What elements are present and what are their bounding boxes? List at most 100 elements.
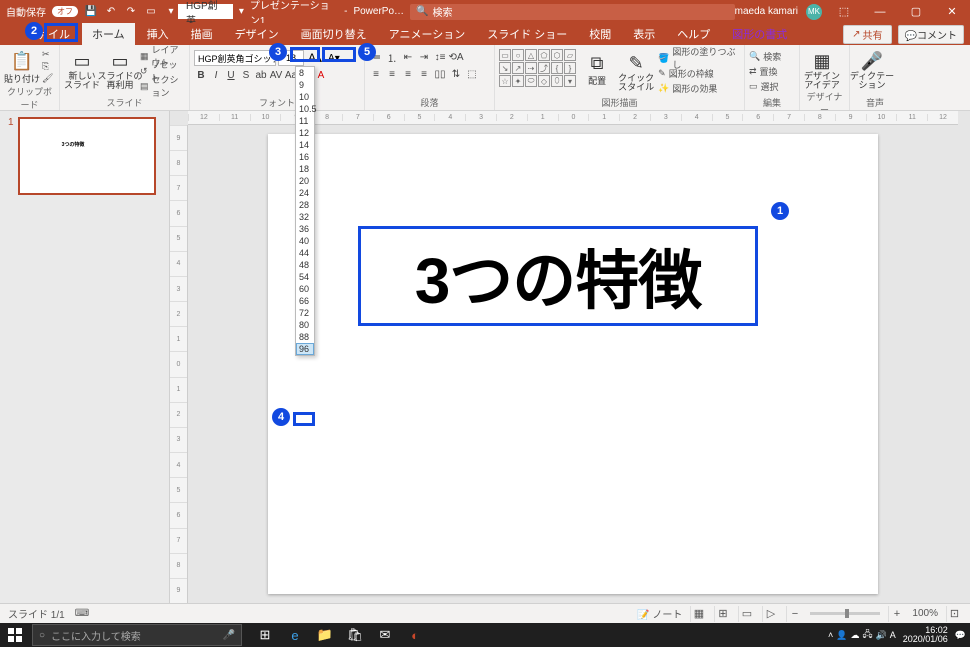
- lang-icon[interactable]: ⌨: [75, 608, 89, 619]
- autosave-toggle[interactable]: オフ: [52, 6, 78, 17]
- text-box[interactable]: 3つの特徴: [358, 226, 758, 326]
- font-size-option-11[interactable]: 11: [296, 115, 314, 127]
- tray-network-icon[interactable]: 🖧: [862, 627, 872, 643]
- save-icon[interactable]: 💾: [84, 5, 98, 19]
- format-painter-icon[interactable]: 🖌: [42, 73, 53, 84]
- tab-shape-format[interactable]: 図形の書式: [722, 23, 797, 45]
- tab-insert[interactable]: 挿入: [137, 23, 179, 45]
- font-size-option-10[interactable]: 10: [296, 91, 314, 103]
- tab-transition[interactable]: 画面切り替え: [291, 23, 377, 45]
- font-size-option-28[interactable]: 28: [296, 199, 314, 211]
- user-avatar[interactable]: MK: [806, 4, 822, 20]
- numbering-button[interactable]: ⒈: [385, 50, 399, 64]
- decrease-font-icon[interactable]: A▾: [326, 53, 342, 64]
- redo-icon[interactable]: ↷: [124, 5, 138, 19]
- align-left-button[interactable]: ≡: [369, 67, 383, 81]
- comment-button[interactable]: 💬コメント: [898, 25, 964, 44]
- normal-view-icon[interactable]: ▦: [690, 606, 706, 622]
- slideshow-view-icon[interactable]: ▷: [762, 606, 778, 622]
- minimize-icon[interactable]: —: [866, 0, 894, 23]
- tray-people-icon[interactable]: 👤: [836, 630, 847, 641]
- font-size-option-14[interactable]: 14: [296, 139, 314, 151]
- zoom-level[interactable]: 100%: [912, 608, 938, 619]
- start-button[interactable]: [0, 623, 30, 647]
- find-button[interactable]: 🔍検索: [749, 49, 781, 63]
- tab-view[interactable]: 表示: [623, 23, 665, 45]
- font-size-option-40[interactable]: 40: [296, 235, 314, 247]
- new-slide-button[interactable]: ▭ 新しい スライド: [64, 47, 100, 90]
- font-size-option-10.5[interactable]: 10.5: [296, 103, 314, 115]
- taskbar-search[interactable]: ○ ここに入力して検索 🎤: [32, 624, 242, 646]
- font-size-option-8[interactable]: 8: [296, 67, 314, 79]
- zoom-in-icon[interactable]: +: [888, 606, 904, 622]
- align-right-button[interactable]: ≡: [401, 67, 415, 81]
- shape-effects-button[interactable]: ✨図形の効果: [658, 81, 740, 95]
- font-size-option-16[interactable]: 16: [296, 151, 314, 163]
- justify-button[interactable]: ≡: [417, 67, 431, 81]
- font-name-input[interactable]: HGP創英角ゴシックUB: [194, 50, 276, 66]
- tab-review[interactable]: 校閲: [579, 23, 621, 45]
- quick-style-button[interactable]: ✎クイック スタイル: [618, 49, 654, 92]
- font-size-option-80[interactable]: 80: [296, 319, 314, 331]
- design-ideas-button[interactable]: ▦デザイン アイデア: [804, 47, 840, 90]
- store-icon[interactable]: 🛍: [340, 623, 370, 647]
- line-spacing-button[interactable]: ↕≡: [433, 50, 447, 64]
- tab-home[interactable]: ホーム: [82, 23, 135, 45]
- select-button[interactable]: ▭選択: [749, 79, 781, 93]
- zoom-out-icon[interactable]: −: [786, 606, 802, 622]
- tray-volume-icon[interactable]: 🔊: [876, 630, 887, 641]
- underline-button[interactable]: U: [224, 68, 238, 82]
- slide-canvas[interactable]: 3つの特徴: [268, 134, 878, 594]
- shadow-button[interactable]: ab: [254, 68, 268, 82]
- taskbar-clock[interactable]: 16:02 2020/01/06: [899, 626, 952, 644]
- shapes-gallery[interactable]: ▭○△⬠⬡▱ ↘↗⇢⤴{} ☆✦⬭◇⬯▾: [499, 49, 576, 87]
- font-size-option-44[interactable]: 44: [296, 247, 314, 259]
- columns-button[interactable]: ▯▯: [433, 67, 447, 81]
- char-spacing-button[interactable]: AV: [269, 68, 283, 82]
- shape-fill-button[interactable]: 🪣図形の塗りつぶし: [658, 51, 740, 65]
- arrange-button[interactable]: ⧉配置: [580, 49, 614, 87]
- mail-icon[interactable]: ✉: [370, 623, 400, 647]
- tab-draw[interactable]: 描画: [181, 23, 223, 45]
- font-size-option-60[interactable]: 60: [296, 283, 314, 295]
- quick-font-box[interactable]: HGP創英: [178, 4, 233, 19]
- notes-button[interactable]: 📝 ノート: [637, 606, 682, 621]
- zoom-slider[interactable]: [810, 612, 880, 615]
- font-size-option-18[interactable]: 18: [296, 163, 314, 175]
- tray-ime-icon[interactable]: A: [890, 630, 896, 640]
- maximize-icon[interactable]: ▢: [902, 0, 930, 23]
- dictate-button[interactable]: 🎤ディクテー ション: [854, 47, 890, 90]
- task-view-icon[interactable]: ⊞: [250, 623, 280, 647]
- bold-button[interactable]: B: [194, 68, 208, 82]
- tab-animation[interactable]: アニメーション: [379, 23, 476, 45]
- reuse-slide-button[interactable]: ▭ スライドの 再利用: [102, 47, 138, 90]
- font-size-option-24[interactable]: 24: [296, 187, 314, 199]
- font-size-option-66[interactable]: 66: [296, 295, 314, 307]
- quick-dropdown-icon[interactable]: ▾: [239, 6, 244, 17]
- thumbnail-pane[interactable]: 1 3つの特徴: [0, 111, 170, 603]
- sorter-view-icon[interactable]: ⊞: [714, 606, 730, 622]
- tray-notifications-icon[interactable]: 💬: [955, 630, 966, 641]
- cut-icon[interactable]: ✂: [42, 49, 53, 60]
- shape-outline-button[interactable]: ✎図形の枠線: [658, 66, 740, 80]
- font-size-option-48[interactable]: 48: [296, 259, 314, 271]
- copy-icon[interactable]: ⎘: [42, 61, 53, 72]
- reading-view-icon[interactable]: ▭: [738, 606, 754, 622]
- tab-help[interactable]: ヘルプ: [667, 23, 720, 45]
- close-icon[interactable]: ✕: [938, 0, 966, 23]
- start-slideshow-icon[interactable]: ▭: [144, 5, 158, 19]
- font-size-dropdown[interactable]: 891010.511121416182024283236404448546066…: [295, 66, 315, 356]
- search-box[interactable]: 🔍 検索: [410, 4, 735, 20]
- replace-button[interactable]: ⇄置換: [749, 64, 781, 78]
- ribbon-options-icon[interactable]: ⬚: [830, 0, 858, 23]
- explorer-icon[interactable]: 📁: [310, 623, 340, 647]
- taskbar-mic-icon[interactable]: 🎤: [223, 630, 235, 641]
- text-direction-button[interactable]: ⟲A: [449, 50, 463, 64]
- font-size-option-54[interactable]: 54: [296, 271, 314, 283]
- tab-design[interactable]: デザイン: [225, 23, 289, 45]
- powerpoint-icon[interactable]: ◐: [400, 623, 430, 647]
- user-name[interactable]: maeda kamari: [735, 6, 798, 17]
- paste-button[interactable]: 📋 貼り付け: [4, 47, 40, 85]
- undo-icon[interactable]: ↶: [104, 5, 118, 19]
- smartart-button[interactable]: ⬚: [465, 67, 479, 81]
